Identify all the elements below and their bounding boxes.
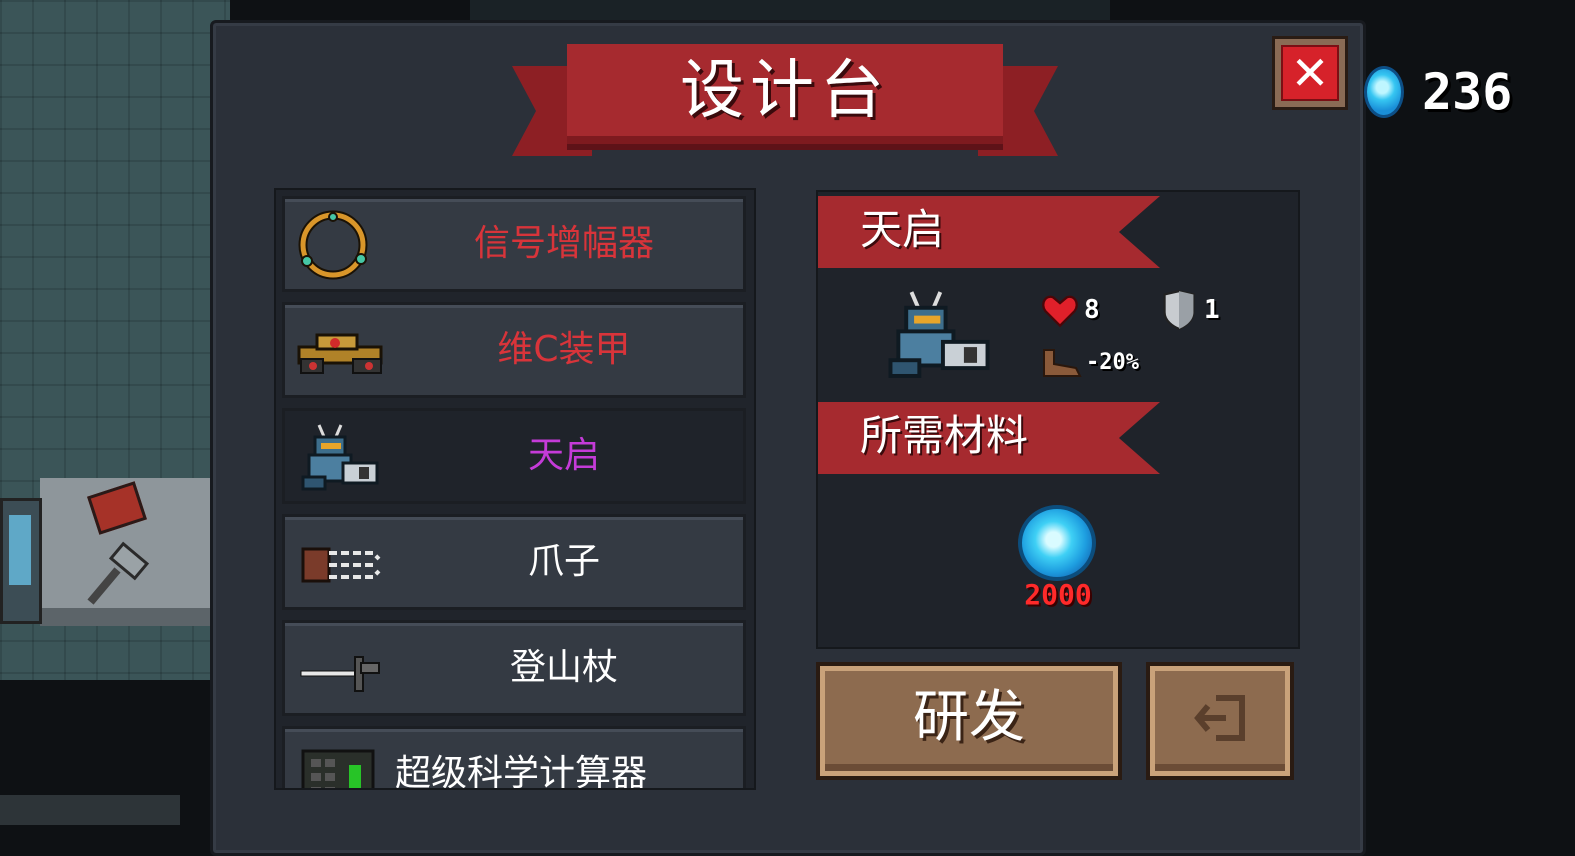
panel-title: 设计台 (680, 54, 890, 128)
trekking-pole-icon (300, 656, 380, 692)
background-monitor (0, 498, 42, 624)
blueprint-name: 登山杖 (509, 647, 618, 688)
blueprint-item-claw[interactable]: 爪子 (282, 514, 746, 610)
blueprint-name: 天启 (527, 435, 600, 476)
claw-icon (301, 547, 381, 583)
mech-icon (888, 291, 990, 378)
blueprint-name: 维C装甲 (497, 329, 631, 370)
armored-vehicle-icon (297, 333, 383, 374)
boot-icon (1043, 349, 1082, 377)
item-name: 天启 (860, 205, 945, 254)
stat-health-value: 8 (1084, 295, 1100, 325)
blueprint-name: 信号增幅器 (473, 223, 654, 264)
research-button-label: 研发 (913, 685, 1025, 750)
mech-icon (301, 424, 379, 491)
heart-icon (1042, 295, 1078, 328)
item-name-banner: 天启 (818, 196, 1160, 268)
blueprint-item-vitc-armor[interactable]: 维C装甲 (282, 302, 746, 398)
blueprint-list[interactable]: 信号增幅器 维C装甲 天启 爪子 登山杖 超级科学计算器 (274, 188, 756, 790)
research-button[interactable]: 研发 (816, 662, 1122, 780)
materials-banner: 所需材料 (818, 402, 1160, 474)
blueprint-item-trekking-pole[interactable]: 登山杖 (282, 620, 746, 716)
blueprint-name: 超级科学计算器 (395, 753, 648, 790)
title-ribbon: 设计台 (512, 44, 1058, 166)
blueprint-item-apocalypse[interactable]: 天启 (282, 408, 746, 504)
stat-armor-value: 1 (1204, 295, 1220, 325)
close-button[interactable]: ✕ (1272, 36, 1348, 110)
gem-icon (1364, 66, 1404, 118)
materials-header: 所需材料 (860, 411, 1029, 460)
blueprint-item-super-calculator[interactable]: 超级科学计算器 (282, 726, 746, 790)
exit-icon (1194, 695, 1245, 741)
blueprint-item-signal-amplifier[interactable]: 信号增幅器 (282, 196, 746, 292)
stat-speed-value: -20% (1086, 350, 1139, 375)
ribbon-center: 设计台 (567, 44, 1003, 144)
blueprint-name: 爪子 (527, 541, 600, 582)
gem-icon (1018, 505, 1096, 581)
exit-button[interactable] (1146, 662, 1294, 780)
background-floor-strip (0, 795, 180, 825)
shield-icon (1163, 290, 1195, 330)
material-count: 2000 (1024, 578, 1092, 611)
ring-icon (298, 210, 368, 280)
gem-count: 236 (1422, 63, 1513, 121)
calculator-icon (301, 749, 375, 788)
close-icon: ✕ (1281, 45, 1339, 101)
